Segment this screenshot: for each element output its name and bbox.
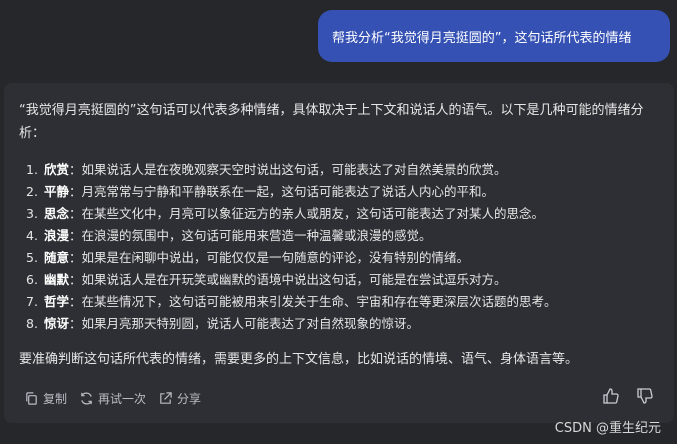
item-term: 哲学 [43, 294, 69, 309]
retry-button[interactable]: 再试一次 [79, 390, 146, 407]
share-label: 分享 [177, 391, 202, 406]
refresh-icon [81, 391, 92, 405]
answer-intro: “我觉得月亮挺圆的”这句话可以代表多种情绪，具体取决于上下文和说话人的语气。以下… [19, 103, 644, 141]
share-button[interactable]: 分享 [158, 390, 201, 407]
item-term: 惊讶 [43, 316, 69, 331]
copy-label: 复制 [43, 391, 68, 406]
item-term: 平静 [43, 184, 69, 199]
answer-conclusion: 要准确判断这句话所代表的情绪，需要更多的上下文信息，比如说话的情境、语气、身体语… [19, 352, 579, 367]
item-text: ：在浪漫的氛围中，这句话可能用来营造一种温馨或浪漫的感觉。 [69, 228, 432, 243]
user-message-bubble: 帮我分析“我觉得月亮挺圆的”，这句话所代表的情绪 [318, 10, 670, 62]
list-item: 4. 浪漫：在浪漫的氛围中，这句话可能用来营造一种温馨或浪漫的感觉。 [26, 228, 432, 243]
item-term: 浪漫 [43, 228, 69, 243]
list-item: 6. 幽默：如果说话人是在开玩笑或幽默的语境中说出这句话，可能是在尝试逗乐对方。 [26, 272, 507, 287]
rating-controls [602, 387, 654, 405]
item-text: ：如果说话人是在开玩笑或幽默的语境中说出这句话，可能是在尝试逗乐对方。 [69, 272, 507, 287]
item-text: ：如果是在闲聊中说出，可能仅仅是一句随意的评论，没有特别的情绪。 [69, 250, 470, 265]
list-item: 8. 惊讶：如果月亮那天特别圆，说话人可能表达了对自然现象的惊讶。 [26, 316, 420, 331]
item-text: ：在某些情况下，这句话可能被用来引发关于生命、宇宙和存在等更深层次话题的思考。 [69, 294, 557, 309]
list-item: 2. 平静：月亮常常与宁静和平静联系在一起，这句话可能表达了说话人内心的平和。 [26, 184, 495, 199]
copy-button[interactable]: 复制 [24, 390, 67, 407]
thumbs-up-icon[interactable] [602, 387, 620, 405]
retry-label: 再试一次 [98, 391, 147, 406]
item-text: ：在某些文化中，月亮可以象征远方的亲人或朋友，这句话可能表达了对某人的思念。 [69, 206, 545, 221]
item-term: 幽默 [43, 272, 69, 287]
list-item: 5. 随意：如果是在闲聊中说出，可能仅仅是一句随意的评论，没有特别的情绪。 [26, 250, 470, 265]
answer-toolbar: 复制 再试一次 分享 [24, 387, 201, 409]
item-text: ：如果说话人是在夜晚观察天空时说出这句话，可能表达了对自然美景的欣赏。 [69, 162, 507, 177]
list-item: 3. 思念：在某些文化中，月亮可以象征远方的亲人或朋友，这句话可能表达了对某人的… [26, 206, 545, 221]
watermark: CSDN @重生纪元 [554, 421, 661, 436]
item-term: 随意 [43, 250, 69, 265]
item-text: ：月亮常常与宁静和平静联系在一起，这句话可能表达了说话人内心的平和。 [69, 184, 495, 199]
item-text: ：如果月亮那天特别圆，说话人可能表达了对自然现象的惊讶。 [69, 316, 420, 331]
emotion-list: 1. 欣赏：如果说话人是在夜晚观察天空时说出这句话，可能表达了对自然美景的欣赏。… [26, 159, 557, 335]
item-term: 思念 [43, 206, 69, 221]
thumbs-down-icon[interactable] [636, 387, 654, 405]
item-term: 欣赏 [43, 162, 69, 177]
assistant-answer-card: “我觉得月亮挺圆的”这句话可以代表多种情绪，具体取决于上下文和说话人的语气。以下… [4, 83, 674, 423]
list-item: 7. 哲学：在某些情况下，这句话可能被用来引发关于生命、宇宙和存在等更深层次话题… [26, 294, 557, 309]
list-item: 1. 欣赏：如果说话人是在夜晚观察天空时说出这句话，可能表达了对自然美景的欣赏。 [26, 162, 507, 177]
user-message-text: 帮我分析“我觉得月亮挺圆的”，这句话所代表的情绪 [332, 30, 632, 46]
copy-icon [26, 391, 37, 405]
share-icon [160, 391, 172, 404]
